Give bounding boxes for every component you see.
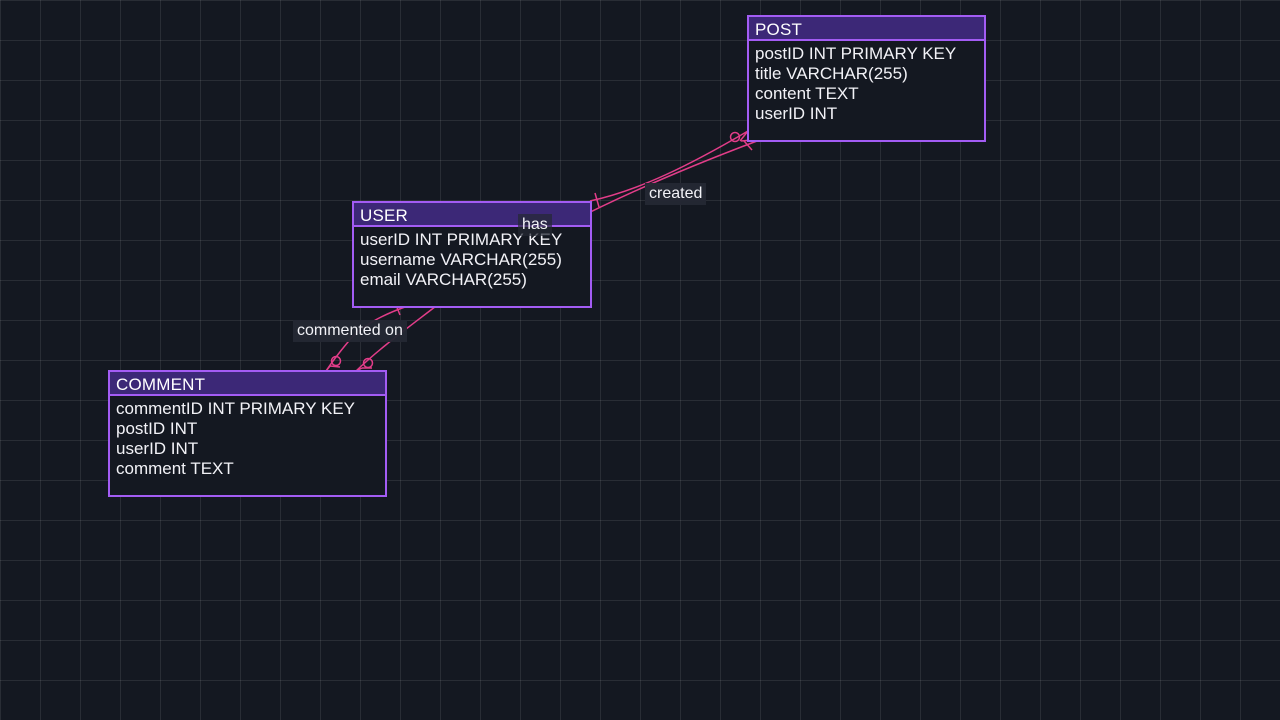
entity-comment-attributes: commentID INT PRIMARY KEY postID INT use… xyxy=(110,396,385,479)
entity-user[interactable]: USER userID INT PRIMARY KEY username VAR… xyxy=(352,201,592,308)
attribute-row[interactable]: commentID INT PRIMARY KEY xyxy=(116,399,379,419)
attribute-row[interactable]: email VARCHAR(255) xyxy=(360,270,584,290)
entity-comment-header[interactable]: COMMENT xyxy=(110,372,385,396)
edge-label-commented-on[interactable]: commented on xyxy=(293,320,407,342)
entity-post-attributes: postID INT PRIMARY KEY title VARCHAR(255… xyxy=(749,41,984,124)
entity-user-title: USER xyxy=(360,206,409,225)
edge-label-created[interactable]: created xyxy=(645,183,707,205)
attribute-row[interactable]: postID INT PRIMARY KEY xyxy=(755,44,978,64)
attribute-row[interactable]: content TEXT xyxy=(755,84,978,104)
entity-post-header[interactable]: POST xyxy=(749,17,984,41)
entity-post-title: POST xyxy=(755,20,803,39)
attribute-row[interactable]: postID INT xyxy=(116,419,379,439)
diagram-canvas[interactable] xyxy=(0,0,1280,720)
attribute-row[interactable]: userID INT xyxy=(116,439,379,459)
entity-user-attributes: userID INT PRIMARY KEY username VARCHAR(… xyxy=(354,227,590,290)
attribute-row[interactable]: userID INT xyxy=(755,104,978,124)
attribute-row[interactable]: username VARCHAR(255) xyxy=(360,250,584,270)
attribute-row[interactable]: title VARCHAR(255) xyxy=(755,64,978,84)
entity-user-header[interactable]: USER xyxy=(354,203,590,227)
entity-comment[interactable]: COMMENT commentID INT PRIMARY KEY postID… xyxy=(108,370,387,497)
entity-comment-title: COMMENT xyxy=(116,375,206,394)
attribute-row[interactable]: comment TEXT xyxy=(116,459,379,479)
entity-post[interactable]: POST postID INT PRIMARY KEY title VARCHA… xyxy=(747,15,986,142)
edge-label-has[interactable]: has xyxy=(518,214,552,236)
